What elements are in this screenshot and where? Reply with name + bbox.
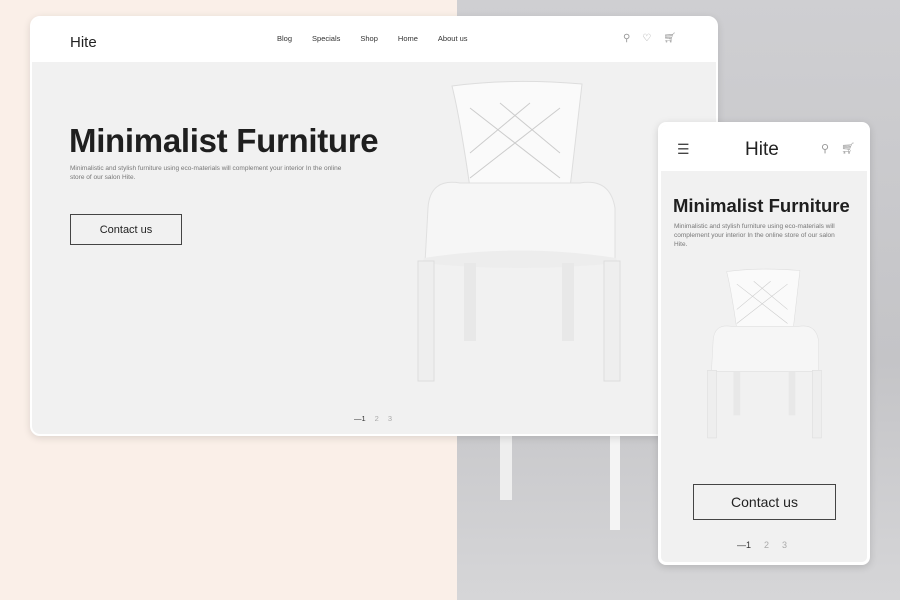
page-1[interactable]: —1 bbox=[354, 414, 366, 423]
desktop-pagination: —1 2 3 bbox=[354, 414, 392, 423]
mobile-hero-subtitle: Minimalistic and stylish furniture using… bbox=[674, 223, 835, 248]
cart-icon[interactable]: 🛒︎ bbox=[663, 33, 676, 44]
nav-about-us[interactable]: About us bbox=[438, 34, 468, 43]
hero-subtitle: Minimalistic and stylish furniture using… bbox=[70, 165, 342, 181]
page-3[interactable]: 3 bbox=[782, 540, 787, 550]
cart-icon[interactable]: 🛒︎ bbox=[841, 142, 855, 155]
search-icon[interactable]: ⚲ bbox=[623, 33, 630, 44]
desktop-nav: Blog Specials Shop Home About us bbox=[277, 34, 468, 43]
nav-blog[interactable]: Blog bbox=[277, 34, 292, 43]
page-3[interactable]: 3 bbox=[388, 414, 392, 423]
desktop-mockup: Hite Blog Specials Shop Home About us ⚲ … bbox=[30, 16, 718, 436]
contact-us-button[interactable]: Contact us bbox=[70, 214, 182, 245]
chair-image bbox=[417, 80, 621, 382]
mobile-hero-title: Minimalist Furniture bbox=[673, 195, 850, 216]
menu-icon[interactable]: ☰ bbox=[677, 141, 690, 158]
heart-icon[interactable]: ♡ bbox=[642, 33, 651, 44]
mobile-mockup: ☰ Hite ⚲ 🛒︎ Minimalist Furniture Minimal… bbox=[658, 122, 870, 565]
mobile-pagination: —1 2 3 bbox=[737, 540, 787, 550]
nav-home[interactable]: Home bbox=[398, 34, 418, 43]
mobile-logo[interactable]: Hite bbox=[745, 139, 779, 161]
page-2[interactable]: 2 bbox=[764, 540, 769, 550]
nav-shop[interactable]: Shop bbox=[360, 34, 378, 43]
desktop-header: Hite Blog Specials Shop Home About us ⚲ … bbox=[32, 18, 716, 62]
page-1[interactable]: —1 bbox=[737, 540, 751, 550]
page-2[interactable]: 2 bbox=[375, 414, 379, 423]
desktop-logo[interactable]: Hite bbox=[70, 34, 97, 51]
mobile-chair-image bbox=[707, 268, 822, 439]
search-icon[interactable]: ⚲ bbox=[821, 142, 829, 155]
nav-specials[interactable]: Specials bbox=[312, 34, 340, 43]
background-chair-legs bbox=[500, 420, 620, 530]
mobile-header: ☰ Hite ⚲ 🛒︎ bbox=[661, 125, 867, 171]
mobile-contact-us-button[interactable]: Contact us bbox=[693, 484, 836, 520]
hero-title: Minimalist Furniture bbox=[69, 122, 379, 159]
